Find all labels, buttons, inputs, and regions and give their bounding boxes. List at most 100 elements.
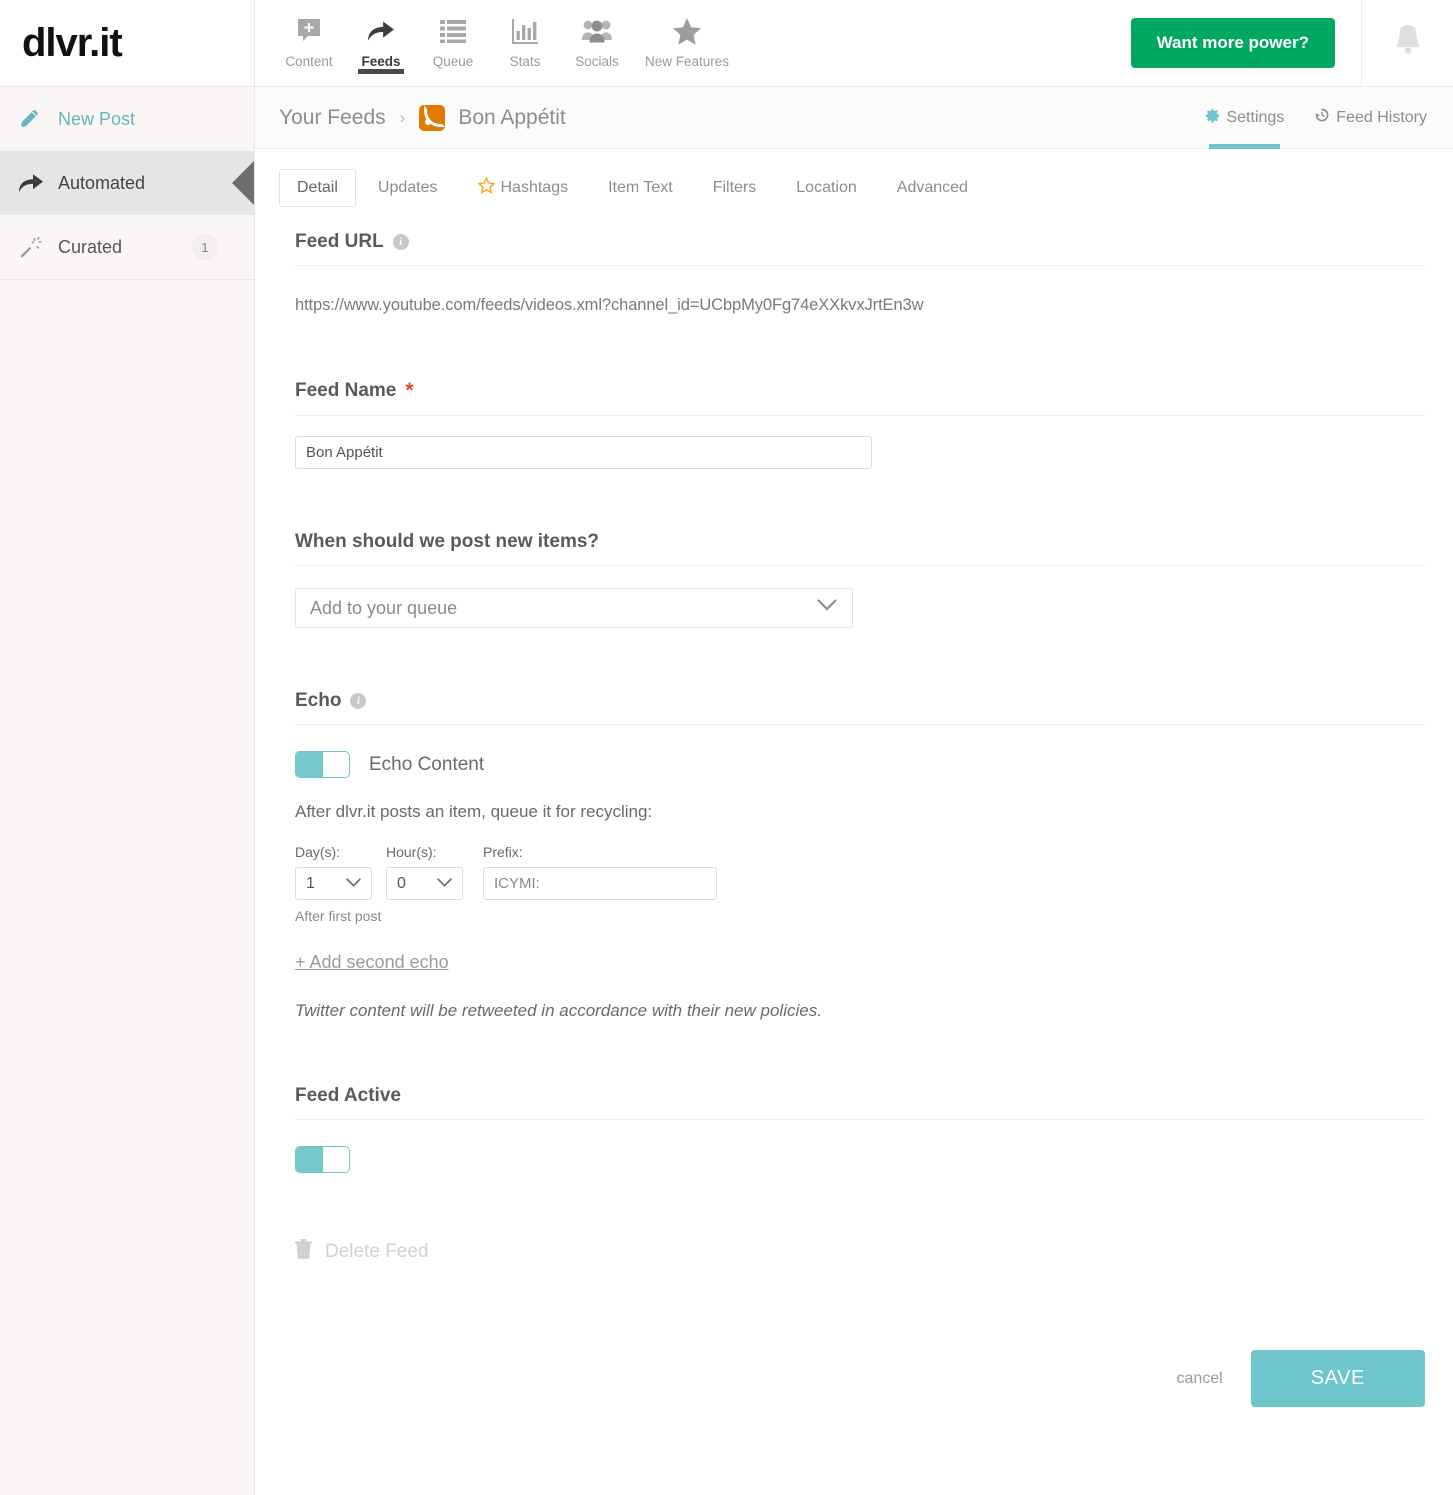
echo-section-header: Echo i bbox=[295, 690, 1425, 725]
breadcrumb-actions: Settings Feed History bbox=[1205, 87, 1427, 149]
tab-label: Hashtags bbox=[500, 179, 569, 196]
echo-hours-field: Hour(s): 0 bbox=[386, 844, 463, 900]
bell-icon bbox=[1391, 23, 1425, 64]
feed-url-section-header: Feed URL i bbox=[295, 231, 1425, 266]
add-content-icon bbox=[296, 12, 322, 50]
sidebar-item-automated[interactable]: Automated bbox=[0, 151, 254, 215]
sidebar-divider bbox=[0, 279, 254, 280]
topnav-label: Socials bbox=[575, 54, 619, 69]
tab-filters[interactable]: Filters bbox=[695, 169, 775, 207]
topnav-label: New Features bbox=[644, 54, 730, 69]
brand-logo-text: dlvr.it bbox=[22, 20, 123, 65]
echo-days-label: Day(s): bbox=[295, 844, 341, 860]
required-marker: * bbox=[405, 379, 414, 402]
people-icon bbox=[582, 12, 612, 50]
toggle-knob bbox=[322, 752, 349, 777]
sidebar: dlvr.it New Post Automated Curated 1 bbox=[0, 0, 255, 1495]
breadcrumb-root-link[interactable]: Your Feeds bbox=[279, 106, 386, 130]
trash-icon bbox=[295, 1239, 312, 1265]
feed-active-label: Feed Active bbox=[295, 1085, 401, 1106]
main-area: Content Feeds Queue Stats Socials New Fe… bbox=[255, 0, 1453, 1495]
tab-updates[interactable]: Updates bbox=[360, 169, 456, 207]
tab-advanced[interactable]: Advanced bbox=[879, 169, 986, 207]
echo-prefix-field: Prefix: bbox=[483, 844, 717, 900]
topnav-item-new-features[interactable]: New Features bbox=[633, 0, 741, 86]
settings-tab[interactable]: Settings bbox=[1205, 87, 1284, 149]
echo-days-select-wrap: 1 bbox=[295, 867, 372, 900]
sidebar-item-new-post[interactable]: New Post bbox=[0, 87, 254, 151]
feed-detail-form: Feed URL i https://www.youtube.com/feeds… bbox=[255, 209, 1453, 1265]
topnav-label: Queue bbox=[432, 54, 474, 69]
topnav-item-feeds[interactable]: Feeds bbox=[345, 0, 417, 86]
topnav-label: Feeds bbox=[361, 54, 401, 69]
echo-fields: Day(s): 1 Hour(s): 0 Prefix: ICYMI: bbox=[295, 844, 1425, 900]
add-second-echo-link[interactable]: + Add second echo bbox=[295, 952, 449, 973]
toggle-fill bbox=[296, 752, 323, 777]
feed-url-value: https://www.youtube.com/feeds/videos.xml… bbox=[295, 296, 924, 314]
delete-feed-label: Delete Feed bbox=[325, 1241, 429, 1262]
toggle-knob bbox=[322, 1147, 349, 1172]
info-icon[interactable]: i bbox=[350, 693, 367, 709]
feed-active-toggle-row bbox=[295, 1146, 1425, 1173]
history-icon bbox=[1314, 107, 1330, 128]
want-more-power-button[interactable]: Want more power? bbox=[1130, 18, 1335, 68]
delete-feed-button[interactable]: Delete Feed bbox=[295, 1239, 1425, 1265]
sidebar-item-curated[interactable]: Curated 1 bbox=[0, 215, 254, 279]
curated-count-badge: 1 bbox=[192, 234, 218, 260]
echo-hours-select[interactable]: 0 bbox=[386, 867, 463, 900]
gear-icon bbox=[1205, 108, 1220, 128]
top-bar-right: Want more power? bbox=[1130, 0, 1453, 87]
feed-url-label: Feed URL bbox=[295, 231, 384, 252]
echo-policy-note: Twitter content will be retweeted in acc… bbox=[295, 1001, 822, 1020]
echo-content-toggle-label: Echo Content bbox=[369, 753, 485, 775]
save-button[interactable]: SAVE bbox=[1250, 1350, 1425, 1407]
brand-logo[interactable]: dlvr.it bbox=[0, 0, 254, 87]
echo-days-select[interactable]: 1 bbox=[295, 867, 372, 900]
breadcrumb-separator: › bbox=[399, 107, 406, 127]
list-icon bbox=[440, 12, 466, 50]
feed-name-input[interactable] bbox=[295, 436, 872, 469]
topnav-label: Content bbox=[285, 54, 333, 69]
feed-active-section-header: Feed Active bbox=[295, 1085, 1425, 1120]
topnav-item-content[interactable]: Content bbox=[273, 0, 345, 86]
app-root: dlvr.it New Post Automated Curated 1 Con… bbox=[0, 0, 1453, 1495]
settings-tab-label: Settings bbox=[1226, 108, 1285, 126]
tab-label: Filters bbox=[712, 179, 757, 196]
schedule-select-wrap: Add to your queue bbox=[295, 588, 853, 628]
tab-detail[interactable]: Detail bbox=[279, 169, 356, 207]
notifications-button[interactable] bbox=[1361, 0, 1453, 87]
sidebar-item-label: Automated bbox=[58, 172, 146, 193]
tab-hashtags[interactable]: Hashtags bbox=[460, 167, 587, 209]
top-nav: Content Feeds Queue Stats Socials New Fe… bbox=[255, 0, 741, 86]
feed-history-tab-label: Feed History bbox=[1336, 108, 1427, 126]
tab-label: Detail bbox=[297, 179, 338, 196]
cancel-button[interactable]: cancel bbox=[1170, 1369, 1228, 1389]
share-arrow-icon bbox=[18, 172, 58, 194]
schedule-select[interactable]: Add to your queue bbox=[295, 588, 853, 628]
tab-location[interactable]: Location bbox=[778, 169, 875, 207]
tab-item-text[interactable]: Item Text bbox=[590, 169, 691, 207]
sidebar-item-label: New Post bbox=[58, 108, 136, 129]
feed-history-tab[interactable]: Feed History bbox=[1314, 87, 1427, 149]
tab-label: Advanced bbox=[896, 179, 968, 196]
feed-active-toggle[interactable] bbox=[295, 1146, 350, 1173]
rss-icon bbox=[419, 104, 446, 131]
topnav-item-stats[interactable]: Stats bbox=[489, 0, 561, 86]
share-arrow-icon bbox=[367, 12, 395, 50]
topnav-item-queue[interactable]: Queue bbox=[417, 0, 489, 86]
echo-hours-select-wrap: 0 bbox=[386, 867, 463, 900]
echo-hours-label: Hour(s): bbox=[386, 844, 437, 860]
info-icon[interactable]: i bbox=[392, 234, 409, 250]
magic-wand-icon bbox=[18, 235, 58, 259]
bar-chart-icon bbox=[512, 12, 538, 50]
topnav-item-socials[interactable]: Socials bbox=[561, 0, 633, 86]
feed-name-section-header: Feed Name * bbox=[295, 379, 1425, 416]
schedule-section-header: When should we post new items? bbox=[295, 531, 1425, 566]
feed-settings-tabs: Detail Updates Hashtags Item Text Filter… bbox=[255, 149, 1453, 209]
sidebar-item-label: Curated bbox=[58, 236, 123, 257]
echo-description: After dlvr.it posts an item, queue it fo… bbox=[295, 802, 653, 821]
top-bar: Content Feeds Queue Stats Socials New Fe… bbox=[255, 0, 1453, 87]
echo-prefix-input[interactable] bbox=[483, 867, 717, 900]
echo-content-toggle[interactable] bbox=[295, 751, 350, 778]
breadcrumb-bar: Your Feeds › Bon Appétit Settings Feed H… bbox=[255, 87, 1453, 149]
